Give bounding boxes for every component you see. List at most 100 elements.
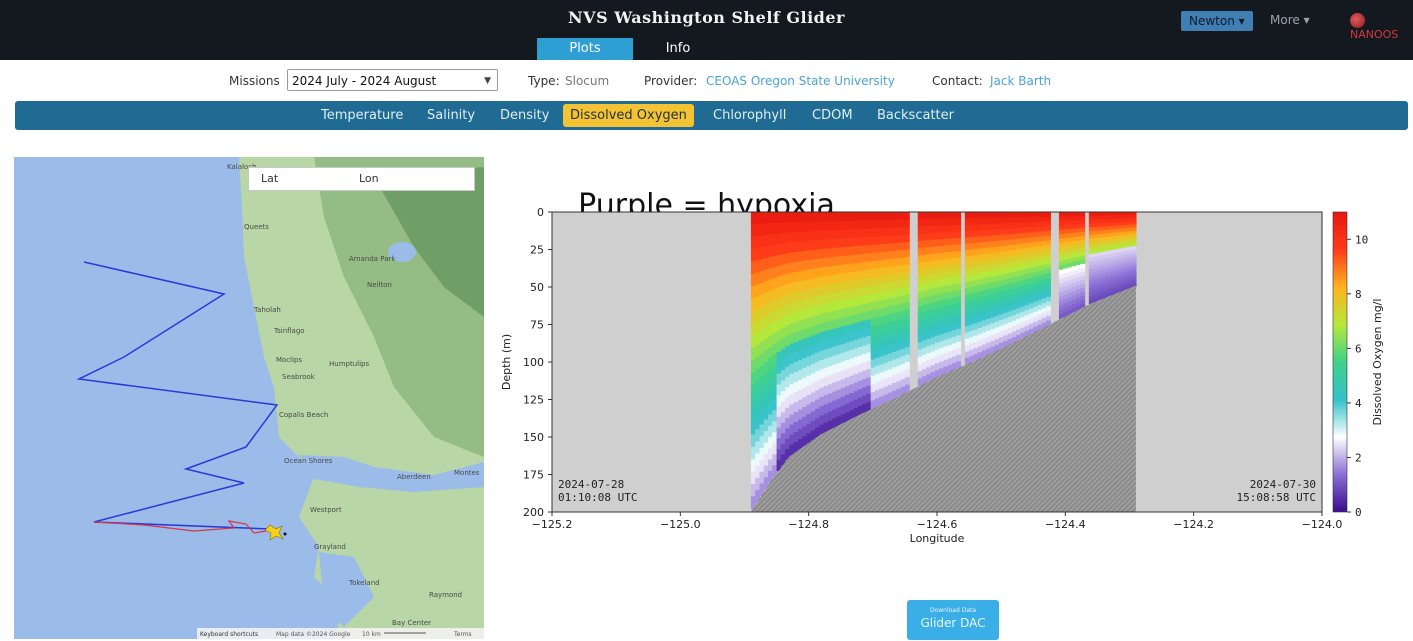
more-menu[interactable]: More ▾ (1270, 13, 1310, 27)
tab-chlorophyll[interactable]: Chlorophyll (713, 101, 786, 130)
heatmap-cell (836, 274, 842, 284)
heatmap-cell (1007, 250, 1013, 257)
heatmap-cell (785, 304, 791, 316)
heatmap-cell (1028, 257, 1034, 264)
heatmap-cell (789, 374, 795, 385)
tab-cdom[interactable]: CDOM (812, 101, 853, 130)
terms-link[interactable]: Terms (453, 631, 472, 638)
contact-link[interactable]: Jack Barth (990, 74, 1051, 88)
user-menu-button[interactable]: Newton ▾ (1181, 11, 1253, 31)
heatmap-cell (990, 223, 996, 231)
place-copalis-beach: Copalis Beach (279, 411, 328, 419)
provider-link[interactable]: CEOAS Oregon State University (706, 74, 895, 88)
heatmap-cell (930, 365, 936, 373)
heatmap-cell (879, 236, 885, 245)
heatmap-cell (1020, 227, 1026, 234)
glider-dac-label: Glider DAC (920, 616, 986, 630)
heatmap-cell (883, 307, 889, 316)
heatmap-cell (797, 221, 803, 233)
x-tick-label: −125.2 (532, 518, 573, 531)
heatmap-cell (1041, 240, 1047, 247)
heatmap-cell (1028, 247, 1034, 254)
heatmap-cell (849, 212, 855, 222)
heatmap-cell (883, 283, 889, 292)
heatmap-cell (857, 220, 863, 230)
heatmap-cell (981, 302, 987, 309)
heatmap-cell (1007, 300, 1013, 307)
tab-salinity[interactable]: Salinity (427, 101, 475, 130)
heatmap-cell (772, 388, 778, 400)
heatmap-cell (977, 218, 983, 225)
heatmap-cell (964, 300, 970, 308)
tab-info[interactable]: Info (642, 38, 714, 60)
heatmap-cell (934, 335, 940, 344)
heatmap-cell (849, 229, 855, 239)
mission-select[interactable]: 2024 July - 2024 August ▼ (287, 69, 498, 91)
heatmap-cell (823, 367, 829, 378)
heatmap-cell (973, 292, 979, 300)
heatmap-cell (1105, 240, 1111, 245)
heatmap-cell (917, 335, 923, 343)
glider-track-map[interactable]: Kalaloch Queets Amanda Park Neilton Taho… (14, 157, 484, 639)
heatmap-cell (1105, 279, 1111, 284)
heatmap-cell (904, 234, 910, 243)
heatmap-cell (956, 276, 962, 285)
heatmap-cell (973, 249, 979, 256)
heatmap-cell (947, 285, 953, 293)
heatmap-cell (896, 319, 902, 328)
heatmap-cell (1076, 277, 1081, 283)
heatmap-cell (862, 362, 868, 372)
heatmap-cell (926, 296, 932, 305)
heatmap-cell (981, 260, 987, 267)
heatmap-cell (1033, 236, 1039, 243)
heatmap-cell (999, 280, 1004, 287)
heatmap-cell (840, 282, 846, 292)
y-tick-label: 50 (530, 281, 544, 294)
heatmap-cell (763, 304, 769, 317)
heatmap-cell (900, 242, 906, 251)
tab-plots[interactable]: Plots (537, 38, 633, 60)
heatmap-cell (755, 308, 761, 322)
tab-backscatter[interactable]: Backscatter (877, 101, 954, 130)
tab-density[interactable]: Density (500, 101, 549, 130)
heatmap-cell (849, 306, 855, 317)
heatmap-cell (1080, 267, 1086, 273)
heatmap-cell (819, 406, 825, 417)
heatmap-cell (1020, 222, 1026, 229)
heatmap-cell (930, 309, 936, 318)
nanoos-logo[interactable]: NANOOS (1350, 13, 1413, 41)
heatmap-cell (879, 284, 885, 293)
heatmap-cell (1067, 297, 1073, 303)
heatmap-cell (964, 294, 970, 302)
heatmap-cell (810, 345, 816, 356)
heatmap-cell (776, 212, 782, 224)
heatmap-cell (951, 349, 957, 358)
heatmap-cell (823, 276, 829, 286)
heatmap-cell (772, 278, 778, 290)
heatmap-cell (986, 330, 992, 338)
heatmap-cell (879, 356, 885, 365)
heatmap-cell (896, 350, 902, 359)
heatmap-cell (1020, 254, 1026, 260)
heatmap-cell (750, 409, 756, 423)
heatmap-cell (917, 212, 923, 220)
heatmap-cell (763, 246, 769, 259)
heatmap-cell (999, 285, 1004, 293)
download-data-button[interactable]: Download Data Glider DAC (907, 600, 999, 640)
heatmap-cell (802, 338, 808, 350)
keyboard-shortcuts-link[interactable]: Keyboard shortcuts (200, 631, 258, 638)
heatmap-cell (802, 309, 808, 320)
heatmap-cell (999, 337, 1004, 344)
heatmap-cell (969, 255, 974, 263)
heatmap-cell (879, 292, 885, 301)
heatmap-cell (836, 354, 842, 364)
heatmap-cell (892, 243, 897, 252)
heatmap-cell (759, 436, 765, 449)
heatmap-cell (845, 360, 850, 370)
tab-dissolved-oxygen[interactable]: Dissolved Oxygen (563, 104, 694, 127)
heatmap-cell (879, 348, 885, 357)
heatmap-cell (810, 259, 816, 270)
tab-temperature[interactable]: Temperature (321, 101, 403, 130)
heatmap-cell (1020, 280, 1026, 287)
heatmap-cell (922, 347, 927, 356)
